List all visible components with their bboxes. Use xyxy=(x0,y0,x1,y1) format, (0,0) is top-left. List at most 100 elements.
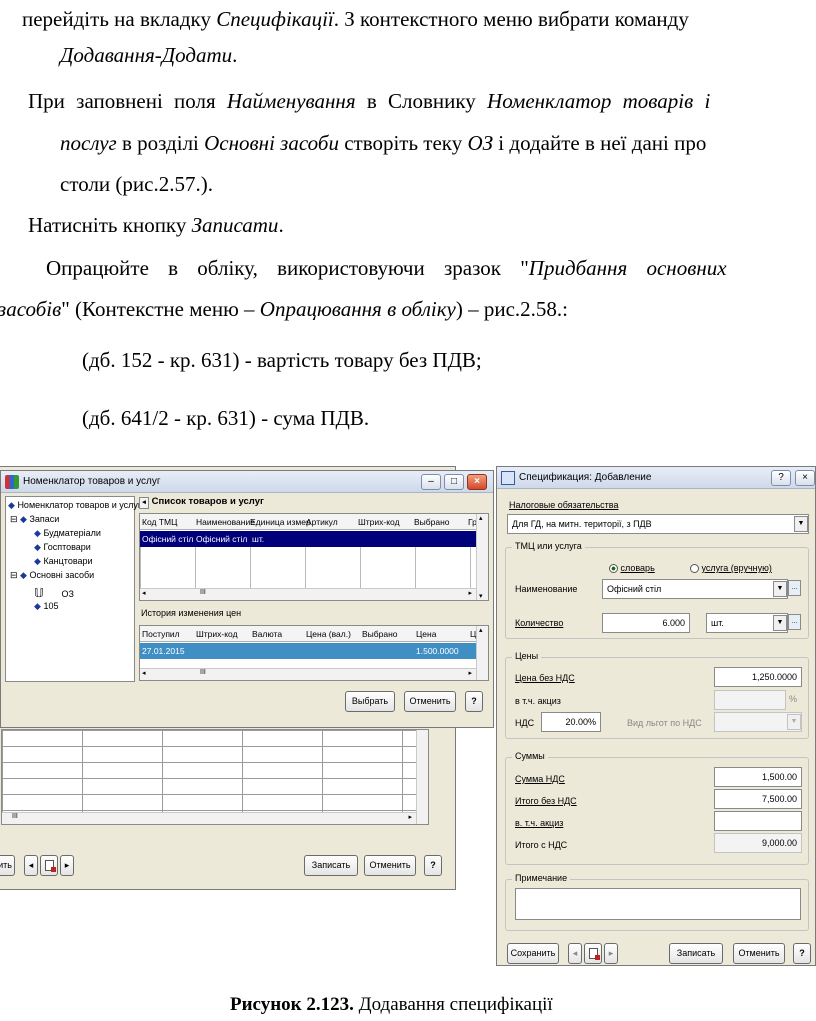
text-line-7: Опрацюйте в обліку, використовуючи зразо… xyxy=(46,256,727,280)
chevron-down-icon[interactable]: ▼ xyxy=(794,516,808,532)
book-icon: ◆ xyxy=(34,556,41,566)
document-icon-button[interactable] xyxy=(584,943,602,964)
document-icon-button[interactable] xyxy=(40,855,58,876)
open-book-icon: 𝕌 xyxy=(34,586,44,600)
excise-label: в т.ч. акциз xyxy=(515,696,561,706)
close-button[interactable]: × xyxy=(467,474,487,490)
tree-item-building[interactable]: ◆ Будматеріали xyxy=(34,528,101,539)
name-field[interactable]: Офісний стіл xyxy=(602,579,788,599)
text-line-8: засобів" (Контекстне меню – Опрацювання … xyxy=(0,297,568,321)
tree-item-household[interactable]: ◆ Госптовари xyxy=(34,542,91,553)
spec-title: Спецификация: Добавление xyxy=(519,472,652,483)
specification-window: Спецификация: Добавление ? × Налоговые о… xyxy=(496,466,816,966)
excise2-label: в. т.ч. акциз xyxy=(515,818,564,828)
text-line-1: перейдіть на вкладку Специфікації. З кон… xyxy=(22,7,689,31)
select-button[interactable]: Выбрать xyxy=(345,691,395,712)
chevron-down-icon[interactable]: ▼ xyxy=(787,714,801,730)
price-history-grid: Поступил Штрих-код Валюта Цена (вал.) Вы… xyxy=(139,625,489,681)
nomenclator-tree: ◆ Номенклатор товаров и услуг ⊟ ◆ Запаси… xyxy=(5,496,141,682)
tax-label: Налоговые обязательства xyxy=(509,500,619,510)
text-line-6: Натисніть кнопку Записати. xyxy=(28,213,284,237)
list-header: ◂ Список товаров и услуг xyxy=(139,496,489,512)
radio-dictionary[interactable]: словарь xyxy=(609,563,655,574)
spec-help-button[interactable]: ? xyxy=(793,943,811,964)
ellipsis-button[interactable]: … xyxy=(788,580,801,596)
excise-field[interactable] xyxy=(714,690,786,710)
total-novat-field[interactable]: 7,500.00 xyxy=(714,789,802,809)
maximize-button[interactable]: □ xyxy=(444,474,464,490)
chevron-down-icon[interactable]: ▼ xyxy=(773,581,787,597)
quantity-label: Количество xyxy=(515,618,564,628)
chevron-down-icon[interactable]: ▼ xyxy=(773,615,787,631)
tree-root[interactable]: ◆ Номенклатор товаров и услуг xyxy=(8,500,141,511)
tree-item-office[interactable]: ◆ Канцтовари xyxy=(34,556,93,567)
spec-window-icon xyxy=(501,471,515,485)
quantity-field[interactable]: 6.000 xyxy=(602,613,690,633)
book-icon: ◆ xyxy=(20,514,27,524)
text-line-10: (дб. 641/2 - кр. 631) - сума ПДВ. xyxy=(82,406,370,430)
spec-save-button[interactable]: Записать xyxy=(669,943,723,964)
nomenclator-titlebar: Номенклатор товаров и услуг – □ × xyxy=(1,471,493,493)
background-partial-button[interactable]: ить xyxy=(0,855,15,876)
keep-button[interactable]: Сохранить xyxy=(507,943,559,964)
tree-item-fixed-assets[interactable]: ⊟ ◆ Основні засоби xyxy=(10,570,94,581)
minimize-button[interactable]: – xyxy=(421,474,441,490)
books-icon xyxy=(5,475,19,489)
tree-item-oz[interactable]: 𝕌 ОЗ xyxy=(34,586,74,600)
nomenclator-cancel-button[interactable]: Отменить xyxy=(404,691,456,712)
document-icon xyxy=(44,860,56,872)
total-vat-label: Итого с НДС xyxy=(515,840,568,850)
background-save-button[interactable]: Записать xyxy=(304,855,358,876)
vat-field[interactable]: 20.00% xyxy=(541,712,601,732)
text-line-2: Додавання-Додати. xyxy=(60,43,238,67)
privilege-label: Вид льгот по НДС xyxy=(627,718,702,728)
nav-prev-button[interactable]: ◂ xyxy=(24,855,38,876)
figure-caption: Рисунок 2.123. Додавання специфікації xyxy=(230,994,553,1015)
product-list-grid: Код ТМЦ Наименование Единица измер Артик… xyxy=(139,513,489,601)
spec-cancel-button[interactable]: Отменить xyxy=(733,943,785,964)
excise2-field[interactable] xyxy=(714,811,802,831)
price-label: Цена без НДС xyxy=(515,673,575,683)
background-grid: III ▸ xyxy=(1,729,429,825)
nomenclator-title: Номенклатор товаров и услуг xyxy=(23,476,161,487)
tree-item-105[interactable]: ◆ 105 xyxy=(34,601,58,612)
text-line-5: столи (рис.2.57.). xyxy=(60,172,213,196)
text-line-4: послуг в розділі Основні засоби створіть… xyxy=(60,131,707,155)
background-help-button[interactable]: ? xyxy=(424,855,442,876)
back-arrow-icon[interactable]: ◂ xyxy=(139,497,149,509)
document-icon xyxy=(588,948,600,960)
nomenclator-window: Номенклатор товаров и услуг – □ × ◆ Номе… xyxy=(0,470,494,728)
tree-item-stock[interactable]: ⊟ ◆ Запаси xyxy=(10,514,59,525)
radio-service-manual[interactable]: услуга (вручную) xyxy=(690,563,772,574)
book-icon: ◆ xyxy=(8,500,15,510)
history-title: История изменения цен xyxy=(141,608,242,618)
spec-help-title-button[interactable]: ? xyxy=(771,470,791,486)
spec-close-button[interactable]: × xyxy=(795,470,815,486)
nav-prev-button[interactable]: ◂ xyxy=(568,943,582,964)
radio-selected-icon xyxy=(609,564,618,574)
book-icon: ◆ xyxy=(20,570,27,580)
total-vat-field: 9,000.00 xyxy=(714,833,802,853)
text-line-3: При заповнені поля Найменування в Словни… xyxy=(28,89,711,113)
sum-vat-label: Сумма НДС xyxy=(515,774,565,784)
total-novat-label: Итого без НДС xyxy=(515,796,577,806)
sum-vat-field[interactable]: 1,500.00 xyxy=(714,767,802,787)
price-field[interactable]: 1,250.0000 xyxy=(714,667,802,687)
note-field[interactable] xyxy=(515,888,801,920)
excise-percent: % xyxy=(789,694,798,704)
book-icon: ◆ xyxy=(34,542,41,552)
background-cancel-button[interactable]: Отменить xyxy=(364,855,416,876)
table-row[interactable]: 27.01.2015 1.500.0000 xyxy=(140,643,476,659)
vat-label: НДС xyxy=(515,718,535,728)
text-line-9: (дб. 152 - кр. 631) - вартість товару бе… xyxy=(82,348,482,372)
nomenclator-help-button[interactable]: ? xyxy=(465,691,483,712)
nav-next-button[interactable]: ▸ xyxy=(604,943,618,964)
radio-empty-icon xyxy=(690,564,699,574)
name-label: Наименование xyxy=(515,584,578,594)
table-row[interactable]: Офісний стіл Офісний стіл шт. xyxy=(140,531,476,547)
tax-select[interactable]: Для ГД, на митн. території, з ПДВ xyxy=(507,514,809,534)
book-icon: ◆ xyxy=(34,601,41,611)
ellipsis-button[interactable]: … xyxy=(788,614,801,630)
nav-next-button[interactable]: ▸ xyxy=(60,855,74,876)
book-icon: ◆ xyxy=(34,528,41,538)
